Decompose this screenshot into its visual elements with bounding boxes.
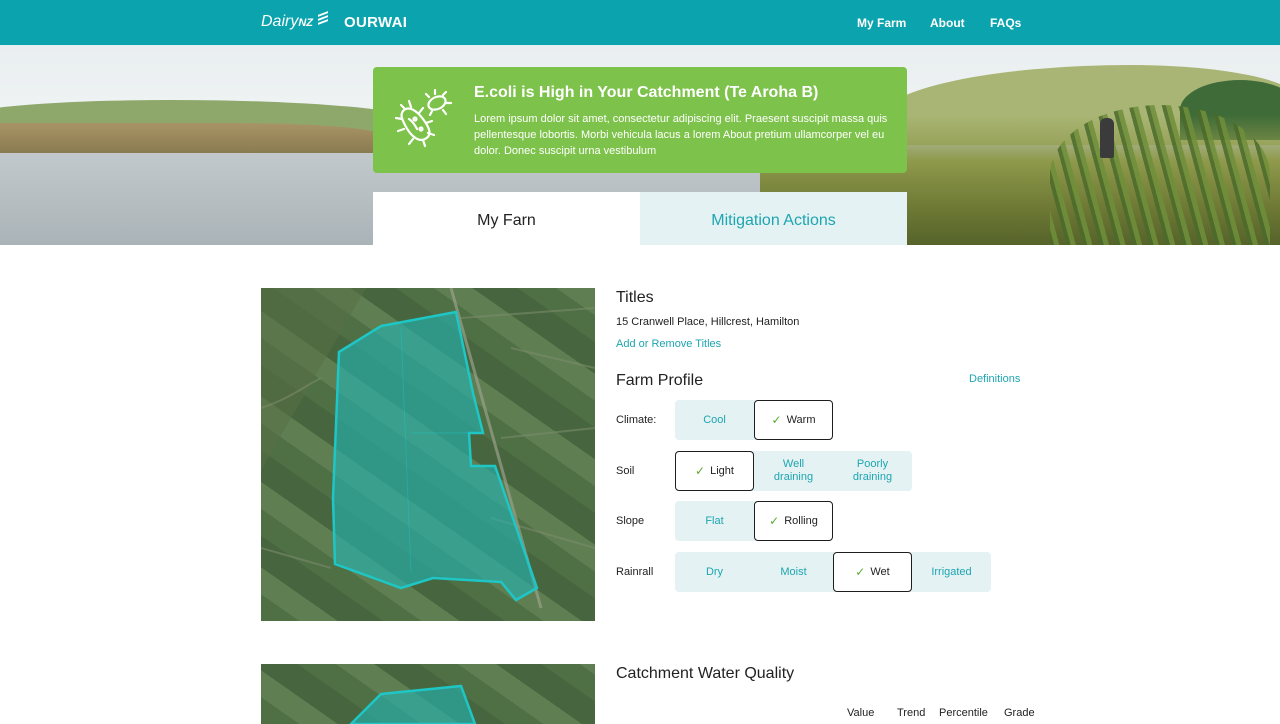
catchment-boundary-polygon xyxy=(349,684,477,724)
option-text: Light xyxy=(710,464,734,477)
map-overlay xyxy=(349,684,477,724)
rainfall-option-dry[interactable]: Dry xyxy=(675,552,754,592)
title-address: 15 Cranwell Place, Hillcrest, Hamilton xyxy=(616,316,800,328)
slope-selector: Flat ✓ Rolling xyxy=(675,501,833,541)
hero-person xyxy=(1100,118,1114,158)
check-icon: ✓ xyxy=(769,513,780,528)
definitions-link[interactable]: Definitions xyxy=(969,373,1020,385)
rainfall-label: Rainrall xyxy=(616,566,654,578)
option-text: Warm xyxy=(786,413,816,426)
nav-faqs[interactable]: FAQs xyxy=(990,16,1021,30)
option-text: Well draining xyxy=(773,458,814,483)
option-text: Dry xyxy=(705,565,724,578)
check-icon: ✓ xyxy=(771,412,782,427)
column-value: Value xyxy=(847,707,875,719)
climate-label: Climate: xyxy=(616,414,657,426)
option-text: Poorly draining xyxy=(852,458,893,483)
hero-flax xyxy=(1050,105,1270,245)
farm-boundary-polygon xyxy=(331,310,539,602)
climate-option-warm[interactable]: ✓ Warm xyxy=(754,400,833,440)
tab-mitigation-actions[interactable]: Mitigation Actions xyxy=(640,192,907,245)
hero-bank xyxy=(0,123,380,153)
option-text: Wet xyxy=(870,565,890,578)
column-percentile: Percentile xyxy=(939,707,988,719)
rainfall-option-moist[interactable]: Moist xyxy=(754,552,833,592)
rainfall-option-irrigated[interactable]: Irrigated xyxy=(912,552,991,592)
catchment-water-quality-heading: Catchment Water Quality xyxy=(616,665,795,682)
rainfall-selector: Dry Moist ✓ Wet Irrigated xyxy=(675,552,991,592)
bacteria-icon xyxy=(395,89,453,148)
dairynz-logo[interactable]: DairyNZ xyxy=(261,13,313,31)
tab-my-farm[interactable]: My Farn xyxy=(373,192,640,245)
climate-option-cool[interactable]: Cool xyxy=(675,400,754,440)
app-logo[interactable]: OURWAI xyxy=(344,14,407,31)
dairynz-mark-icon xyxy=(318,11,328,25)
soil-label: Soil xyxy=(616,465,635,477)
soil-option-poorly-draining[interactable]: Poorly draining xyxy=(833,451,912,491)
map-overlay xyxy=(261,288,595,609)
option-text: Irrigated xyxy=(931,565,972,578)
top-nav: DairyNZ OURWAI My Farm About FAQs xyxy=(0,0,1280,45)
option-text: Cool xyxy=(703,413,726,426)
alert-body: Lorem ipsum dolor sit amet, consectetur … xyxy=(474,113,888,157)
check-icon: ✓ xyxy=(855,564,866,579)
logo-nz-text: NZ xyxy=(298,17,314,29)
nav-about[interactable]: About xyxy=(930,16,965,30)
option-text: Flat xyxy=(705,514,724,527)
alert-title: E.coli is High in Your Catchment (Te Aro… xyxy=(474,84,819,101)
rainfall-option-wet[interactable]: ✓ Wet xyxy=(833,552,912,592)
column-trend: Trend xyxy=(897,707,926,719)
option-text: Moist xyxy=(780,565,807,578)
nav-my-farm[interactable]: My Farm xyxy=(857,16,906,30)
farm-satellite-map[interactable] xyxy=(261,288,595,621)
soil-selector: ✓ Light Well draining Poorly draining xyxy=(675,451,912,491)
column-grade: Grade xyxy=(1004,707,1035,719)
logo-dairy-text: Dairy xyxy=(261,13,299,30)
add-remove-titles-link[interactable]: Add or Remove Titles xyxy=(616,338,721,350)
slope-option-flat[interactable]: Flat xyxy=(675,501,754,541)
slope-label: Slope xyxy=(616,515,645,527)
slope-option-rolling[interactable]: ✓ Rolling xyxy=(754,501,833,541)
soil-option-light[interactable]: ✓ Light xyxy=(675,451,754,491)
option-text: Rolling xyxy=(784,514,818,527)
catchment-satellite-map[interactable] xyxy=(261,664,595,724)
titles-heading: Titles xyxy=(616,289,654,306)
climate-selector: Cool ✓ Warm xyxy=(675,400,833,440)
soil-option-well-draining[interactable]: Well draining xyxy=(754,451,833,491)
farm-profile-heading: Farm Profile xyxy=(616,372,704,389)
check-icon: ✓ xyxy=(695,463,706,478)
